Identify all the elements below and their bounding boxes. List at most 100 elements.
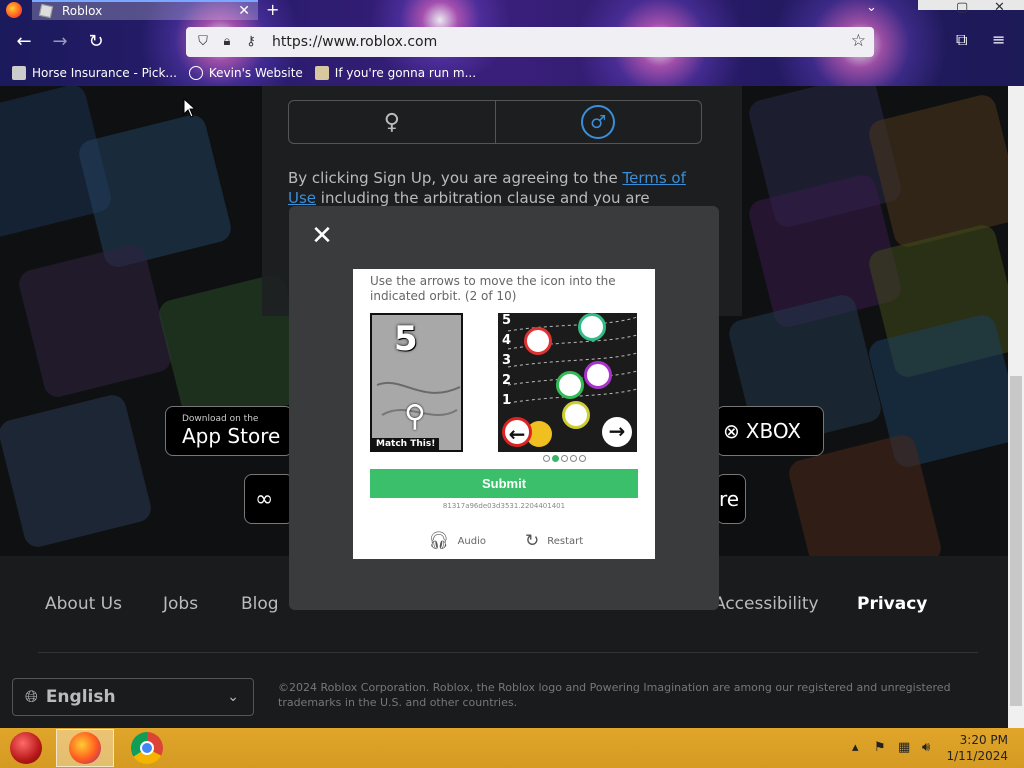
network-icon[interactable]: ▦	[898, 740, 910, 755]
firefox-icon[interactable]	[6, 2, 22, 18]
language-value: English	[45, 687, 116, 707]
bookmark-label: Kevin's Website	[208, 66, 303, 80]
taskbar: ▴ ⚑ ▦ 🔊︎ 3:20 PM 1/11/2024	[0, 728, 1024, 768]
male-icon: ♂	[581, 105, 616, 139]
orbit-number: 5	[502, 313, 512, 328]
maximize-button[interactable]: ▢	[956, 0, 968, 15]
tab-close-icon[interactable]: ✕	[238, 3, 250, 19]
restart-button[interactable]: ↻ Restart	[525, 531, 583, 551]
gender-male-button[interactable]: ♂	[494, 101, 702, 143]
url-text[interactable]: https://www.roblox.com	[272, 34, 437, 50]
store-label-fragment: re	[719, 487, 740, 511]
back-arrow-icon[interactable]: ←	[12, 30, 36, 54]
footer-link-blog[interactable]: Blog	[241, 594, 279, 614]
chrome-center-icon	[140, 741, 154, 755]
chrome-taskbar-icon[interactable]	[131, 732, 163, 764]
lock-icon[interactable]: 🔒︎	[220, 34, 234, 50]
headphones-icon: 🎧︎	[428, 531, 450, 551]
footer-link-jobs[interactable]: Jobs	[163, 594, 198, 614]
scrollbar-thumb[interactable]	[1010, 376, 1022, 706]
microsoft-store-button[interactable]: re	[716, 474, 746, 524]
restart-icon: ↻	[525, 531, 540, 551]
window-controls-bar	[918, 0, 1024, 10]
audio-button[interactable]: 🎧︎ Audio	[428, 531, 486, 551]
bookmark-item[interactable]: Kevin's Website	[188, 66, 303, 80]
progress-dot	[552, 455, 559, 462]
globe-icon	[188, 66, 203, 80]
orbit-number: 4	[502, 333, 512, 348]
progress-dots	[543, 455, 586, 462]
xbox-icon: ⊗	[723, 419, 740, 443]
submit-button[interactable]: Submit	[370, 469, 638, 498]
right-arrow-button[interactable]: →	[602, 417, 632, 447]
female-icon: ♀	[383, 109, 400, 135]
orbit-object-icon	[556, 371, 584, 399]
bookmark-item[interactable]: If you're gonna run m...	[314, 66, 477, 80]
orbit-object-icon	[578, 313, 606, 341]
restart-label: Restart	[547, 535, 584, 547]
roblox-favicon-icon	[38, 3, 54, 19]
gender-female-button[interactable]: ♀	[289, 101, 495, 143]
tab-list-chevron-icon[interactable]: ⌄	[866, 0, 877, 15]
chevron-down-icon: ⌄	[227, 689, 239, 705]
new-tab-button[interactable]: +	[266, 0, 279, 19]
left-arrow-button[interactable]: ←	[502, 417, 532, 447]
orbit-number: 2	[502, 373, 512, 388]
footer-link-privacy[interactable]: Privacy	[857, 594, 927, 614]
key-icon[interactable]: ⚷	[244, 34, 258, 50]
start-button-icon[interactable]	[10, 732, 42, 764]
url-bar[interactable]: ⛉ 🔒︎ ⚷ https://www.roblox.com ☆	[186, 27, 874, 57]
system-clock[interactable]: 3:20 PM 1/11/2024	[946, 732, 1008, 764]
audio-label: Audio	[457, 535, 487, 547]
match-this-label: Match This!	[372, 438, 440, 450]
close-icon[interactable]: ✕	[310, 223, 334, 249]
firefox-taskbar-icon[interactable]	[69, 732, 101, 764]
footer-link-about[interactable]: About Us	[45, 594, 122, 614]
bookmark-favicon-icon	[12, 66, 26, 80]
speaker-icon[interactable]: 🔊︎	[922, 740, 930, 755]
shield-icon[interactable]: ⛉	[196, 34, 210, 50]
xbox-label: XBOX	[745, 419, 801, 443]
bookmark-star-icon[interactable]: ☆	[851, 31, 866, 51]
app-store-small-label: Download on the	[182, 414, 259, 424]
orbit-object-icon	[562, 401, 590, 429]
hairdryer-icon: ⚲	[404, 399, 426, 434]
mouse-cursor-icon	[183, 98, 195, 118]
progress-dot	[561, 455, 568, 462]
flag-icon[interactable]: ⚑	[874, 740, 886, 755]
browser-chrome: Roblox ✕ + ⌄ ▢ ✕ ← → ↻ ⛉ 🔒︎ ⚷ https://ww…	[0, 0, 1024, 86]
tray-overflow-icon[interactable]: ▴	[852, 740, 859, 755]
terms-prefix: By clicking Sign Up, you are agreeing to…	[288, 169, 623, 187]
target-orbit-number: 5	[394, 319, 418, 359]
bookmarks-bar: Horse Insurance - Pick... Kevin's Websit…	[0, 62, 1024, 84]
bookmark-item[interactable]: Horse Insurance - Pick...	[12, 66, 177, 80]
clock-date: 1/11/2024	[946, 749, 1008, 763]
orbit-number: 3	[502, 353, 512, 368]
bookmark-favicon-icon	[314, 66, 329, 80]
xbox-button[interactable]: ⊗ XBOX	[716, 406, 824, 456]
tab-roblox[interactable]: Roblox ✕	[32, 0, 258, 20]
tab-title: Roblox	[62, 4, 103, 18]
forward-arrow-icon[interactable]: →	[48, 30, 72, 54]
orbit-object-icon	[584, 361, 612, 389]
terms-suffix: including the arbitration clause and you…	[316, 189, 650, 207]
footer-divider	[38, 652, 978, 653]
captcha-instruction: Use the arrows to move the icon into the…	[370, 274, 616, 303]
language-select[interactable]: 🌐︎ English ⌄	[12, 678, 254, 716]
orbit-number: 1	[502, 393, 512, 408]
bookmark-label: If you're gonna run m...	[334, 66, 477, 80]
extensions-puzzle-icon[interactable]: ⧉	[956, 30, 967, 50]
close-window-button[interactable]: ✕	[994, 0, 1005, 15]
meta-icon: ∞	[255, 486, 274, 512]
meta-store-button[interactable]: ∞	[244, 474, 294, 524]
app-store-label: App Store	[182, 424, 281, 448]
bookmark-label: Horse Insurance - Pick...	[32, 66, 177, 80]
footer-link-accessibility[interactable]: Accessibility	[714, 594, 819, 614]
terms-text: By clicking Sign Up, you are agreeing to…	[288, 168, 708, 208]
app-store-button[interactable]: Download on the App Store	[165, 406, 293, 456]
gender-selector: ♀ ♂	[288, 100, 702, 144]
copyright-text: ©2024 Roblox Corporation. Roblox, the Ro…	[278, 681, 951, 709]
menu-hamburger-icon[interactable]: ≡	[992, 30, 1005, 49]
clock-time: 3:20 PM	[959, 733, 1008, 747]
reload-icon[interactable]: ↻	[84, 30, 108, 54]
